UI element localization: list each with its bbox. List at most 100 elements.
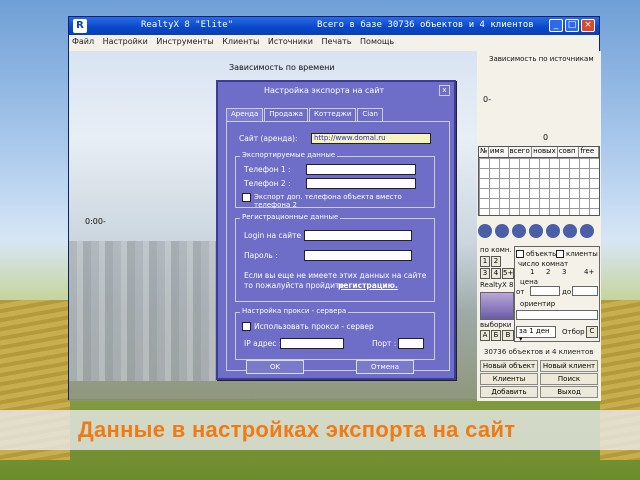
objects-checkbox[interactable] (516, 250, 524, 258)
tab-sale[interactable]: Продажа (264, 108, 308, 121)
export-extra-phone-label: Экспорт доп. телефона объекта вместо тел… (254, 193, 402, 209)
selection-a[interactable]: А (480, 330, 490, 341)
login-input[interactable] (304, 230, 412, 241)
menu-help[interactable]: Помощь (357, 35, 397, 48)
col-name[interactable]: имя (489, 147, 509, 157)
caption-text: Данные в настройках экспорта на сайт (78, 417, 516, 442)
ip-label: IP адрес : (244, 339, 282, 348)
objects-label: объекты (526, 250, 558, 258)
menu-clients[interactable]: Клиенты (219, 35, 262, 48)
add-button[interactable]: Добавить (480, 386, 538, 398)
toolbar-icons (478, 224, 598, 242)
registration-group: Регистрационные данные Login на сайте : … (235, 213, 435, 302)
time-axis-label: 0:00- (85, 217, 106, 226)
sources-grid-header: № имя всего новых совп free (478, 146, 600, 158)
phone1-input[interactable] (306, 164, 416, 175)
clients-checkbox[interactable] (556, 250, 564, 258)
proxy-group: Настройка прокси - сервера Использовать … (235, 307, 435, 360)
tool-icon-2[interactable] (495, 224, 509, 238)
logo-image (480, 292, 514, 320)
exported-data-title: Экспортируемые данные (240, 151, 338, 159)
menu-file[interactable]: Файл (69, 35, 97, 48)
col-match[interactable]: совп (558, 147, 580, 157)
exported-data-group: Экспортируемые данные Телефон 1 : Телефо… (235, 151, 435, 209)
selection-b[interactable]: Б (491, 330, 501, 341)
dialog-close-button[interactable]: x (439, 85, 450, 96)
sources-grid[interactable] (478, 158, 600, 216)
period-select[interactable]: за 1 ден ▾ (516, 326, 556, 343)
menu-tools[interactable]: Инструменты (153, 35, 216, 48)
room-btn-2[interactable]: 2 (491, 256, 501, 267)
room-opt-3[interactable]: 3 (562, 268, 566, 276)
site-url-input[interactable]: http://www.domal.ru (311, 133, 431, 144)
period-value: за 1 ден (519, 327, 550, 335)
clients-label: клиенты (566, 250, 598, 258)
new-client-button[interactable]: Новый клиент (540, 360, 598, 372)
ip-input[interactable] (280, 338, 344, 349)
tab-cian[interactable]: Cian (357, 108, 383, 121)
registration-title: Регистрационные данные (240, 213, 341, 221)
menu-settings[interactable]: Настройки (100, 35, 151, 48)
use-proxy-checkbox[interactable] (242, 322, 251, 331)
realty-label: RealtyX 8 (480, 281, 514, 289)
tool-icon-3[interactable] (512, 224, 526, 238)
tool-icon-4[interactable] (529, 224, 543, 238)
dialog-tabs: Аренда Продажа Коттеджи Cian (226, 108, 384, 121)
menu-print[interactable]: Печать (319, 35, 355, 48)
clients-button[interactable]: Клиенты (480, 373, 538, 385)
tool-icon-6[interactable] (563, 224, 577, 238)
select-label: Отбор (562, 328, 585, 336)
tool-icon-1[interactable] (478, 224, 492, 238)
exit-button[interactable]: Выход (540, 386, 598, 398)
tab-rent[interactable]: Аренда (226, 108, 264, 121)
col-new[interactable]: новых (532, 147, 558, 157)
room-btn-4[interactable]: 4 (491, 268, 501, 279)
room-opt-2[interactable]: 2 (546, 268, 550, 276)
col-number[interactable]: № (479, 147, 489, 157)
caption-bar: Данные в настройках экспорта на сайт (0, 410, 640, 450)
dialog-title-bar: Настройка экспорта на сайт x (218, 82, 454, 100)
tool-icon-5[interactable] (546, 224, 560, 238)
room-btn-3[interactable]: 3 (480, 268, 490, 279)
new-object-button[interactable]: Новый объект (480, 360, 538, 372)
rooms-label: по комн. (480, 246, 512, 254)
cancel-button[interactable]: Отмена (356, 360, 414, 374)
selection-c[interactable]: В (502, 330, 514, 341)
port-input[interactable] (398, 338, 424, 349)
menu-sources[interactable]: Источники (265, 35, 316, 48)
summary-label: 30736 объектов и 4 клиентов (484, 348, 594, 356)
phone2-input[interactable] (306, 178, 416, 189)
registration-link[interactable]: регистрацию. (338, 281, 398, 290)
search-button[interactable]: Поиск (540, 373, 598, 385)
export-settings-dialog: Настройка экспорта на сайт x Аренда Прод… (216, 80, 456, 380)
minimize-button[interactable]: _ (549, 19, 563, 32)
tab-cottages[interactable]: Коттеджи (308, 108, 357, 121)
room-opt-4plus[interactable]: 4+ (584, 268, 594, 276)
rooms-count-label: число комнат (518, 260, 569, 268)
room-btn-1[interactable]: 1 (480, 256, 490, 267)
ok-button[interactable]: OK (246, 360, 304, 374)
title-bar: R RealtyX 8 "Elite" Всего в базе 30736 о… (69, 17, 599, 35)
landmark-input[interactable] (516, 310, 598, 320)
col-free[interactable]: free (579, 147, 599, 157)
export-extra-phone-checkbox[interactable] (242, 193, 251, 202)
password-label: Пароль : (244, 251, 278, 260)
tool-icon-7[interactable] (580, 224, 594, 238)
login-label: Login на сайте : (244, 231, 306, 240)
price-to-input[interactable] (572, 286, 598, 296)
reset-button[interactable]: С (586, 326, 598, 338)
app-title: RealtyX 8 "Elite" (141, 20, 234, 30)
maximize-button[interactable]: □ (565, 19, 579, 32)
price-from-input[interactable] (530, 286, 560, 296)
reg-note-line2: то пожалуйста пройдите (244, 281, 344, 290)
col-total[interactable]: всего (509, 147, 533, 157)
selections-label: выборки (480, 321, 512, 329)
db-status: Всего в базе 30736 объектов и 4 клиентов (317, 20, 534, 30)
room-opt-1[interactable]: 1 (530, 268, 534, 276)
close-button[interactable]: × (581, 19, 595, 32)
time-chart-title: Зависимость по времени (229, 63, 335, 72)
room-btn-5plus[interactable]: 5+ (502, 268, 514, 279)
password-input[interactable] (304, 250, 412, 261)
sources-x-label: 0 (543, 133, 549, 142)
dialog-title: Настройка экспорта на сайт (264, 86, 385, 95)
